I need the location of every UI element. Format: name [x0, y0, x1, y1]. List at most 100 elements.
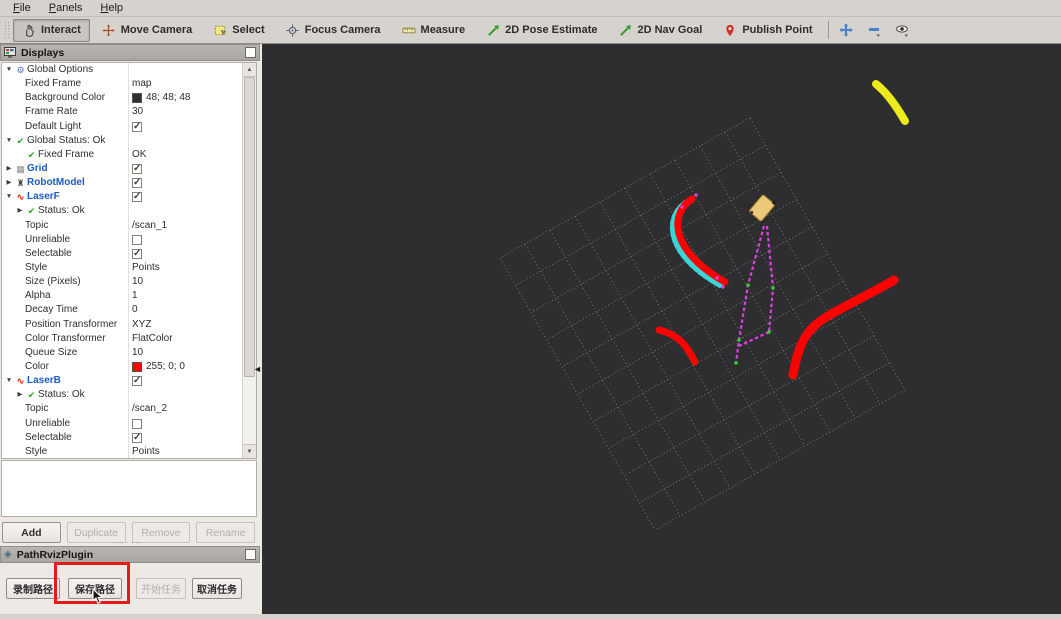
- tool-interact[interactable]: Interact: [13, 18, 90, 42]
- expander-down-icon[interactable]: ▼: [4, 374, 14, 388]
- property-value[interactable]: OK: [132, 148, 146, 162]
- scrollbar-thumb[interactable]: [244, 77, 255, 377]
- property-checkbox[interactable]: [132, 190, 142, 204]
- tool-measure[interactable]: Measure: [393, 19, 475, 42]
- menu-file[interactable]: File: [4, 1, 40, 15]
- expander-down-icon[interactable]: ▼: [4, 134, 14, 148]
- robot-icon: ♜: [16, 178, 25, 189]
- tree-row-fixed-frame[interactable]: Fixed Frame map: [2, 77, 242, 92]
- tree-row-laserb[interactable]: ▼ ∿ LaserB: [2, 374, 242, 389]
- property-label: Default Light: [25, 120, 82, 132]
- property-checkbox[interactable]: [132, 418, 142, 429]
- property-value[interactable]: 10: [132, 275, 143, 289]
- toolbar-tool-properties-icon[interactable]: [891, 20, 913, 40]
- remove-tool-icon: [867, 23, 881, 37]
- tree-row-laserf[interactable]: ▼ ∿ LaserF: [2, 190, 242, 205]
- tree-row-color[interactable]: Color 255; 0; 0: [2, 359, 242, 375]
- tree-row-queue-size[interactable]: Queue Size 10: [2, 345, 242, 360]
- scroll-up-icon[interactable]: ▲: [243, 63, 256, 77]
- color-swatch[interactable]: [132, 93, 142, 104]
- tree-row-global-status-ok[interactable]: ▼ ✔ Global Status: Ok: [2, 133, 242, 148]
- tool-publish-point[interactable]: Publish Point: [714, 19, 821, 42]
- tree-row-global-options[interactable]: ▼ ⚙ Global Options: [2, 63, 242, 78]
- plugin-button-开始任务: 开始任务: [136, 578, 186, 599]
- tree-row-selectable[interactable]: Selectable: [2, 430, 242, 445]
- dock-collapse-arrow-icon[interactable]: ◄: [253, 364, 262, 374]
- check-icon: ✔: [27, 206, 36, 217]
- tree-row-topic[interactable]: Topic/scan_1: [2, 218, 242, 233]
- property-label: Style: [25, 262, 48, 274]
- 3d-viewport[interactable]: [262, 44, 1061, 614]
- property-value[interactable]: 255; 0; 0: [146, 360, 185, 374]
- property-value[interactable]: 48; 48; 48: [146, 91, 190, 105]
- tree-row-background-color[interactable]: Background Color 48; 48; 48: [2, 91, 242, 106]
- tree-row-fixed-frame[interactable]: ✔ Fixed Frame OK: [2, 147, 242, 162]
- property-value[interactable]: /scan_2: [132, 402, 167, 416]
- toolbar-remove-tool-icon[interactable]: [863, 20, 885, 40]
- plugin-float-button[interactable]: [245, 549, 256, 560]
- property-value[interactable]: XYZ: [132, 318, 151, 332]
- panel-splitter-handle[interactable]: ·····: [0, 538, 256, 547]
- property-value[interactable]: 1: [132, 289, 138, 303]
- property-value[interactable]: /scan_1: [132, 219, 167, 233]
- expander-right-icon[interactable]: ▶: [4, 162, 14, 176]
- expander-down-icon[interactable]: ▼: [4, 63, 14, 77]
- tree-row-position-transformer[interactable]: Position Transformer XYZ: [2, 317, 242, 332]
- select-icon: [213, 23, 227, 37]
- tree-row-frame-rate[interactable]: Frame Rate 30: [2, 105, 242, 120]
- focus-camera-icon: [286, 23, 300, 37]
- tool-2d-pose-estimate[interactable]: 2D Pose Estimate: [477, 19, 606, 42]
- toolbar-add-tool-icon[interactable]: [835, 20, 857, 40]
- tree-row-grid[interactable]: ▶ ▦ Grid: [2, 161, 242, 177]
- property-checkbox[interactable]: [132, 120, 142, 134]
- tree-row-style[interactable]: Style Points: [2, 444, 242, 458]
- tree-row-topic[interactable]: Topic/scan_2: [2, 402, 242, 417]
- menu-panels[interactable]: Panels: [40, 1, 92, 15]
- expander-right-icon[interactable]: ▶: [15, 388, 25, 402]
- menu-help[interactable]: Help: [91, 1, 132, 15]
- plugin-button-录制路径[interactable]: 录制路径: [6, 578, 60, 599]
- property-label: Topic: [25, 403, 49, 415]
- property-checkbox[interactable]: [132, 176, 142, 190]
- property-value[interactable]: Points: [132, 261, 160, 275]
- tree-row-alpha[interactable]: Alpha 1: [2, 289, 242, 304]
- property-value[interactable]: 30: [132, 105, 143, 119]
- tool-2d-nav-goal[interactable]: 2D Nav Goal: [610, 19, 712, 42]
- tree-row-size-pixels[interactable]: Size (Pixels) 10: [2, 275, 242, 290]
- displays-scrollbar[interactable]: ▲ ▼: [242, 63, 256, 458]
- property-checkbox[interactable]: [132, 374, 142, 388]
- property-checkbox[interactable]: [132, 431, 142, 445]
- toolbar-grip[interactable]: [5, 21, 9, 39]
- tree-row-status-ok[interactable]: ▶ ✔ Status: Ok: [2, 204, 242, 219]
- scroll-down-icon[interactable]: ▼: [243, 444, 256, 458]
- tree-row-unreliable[interactable]: Unreliable: [2, 232, 242, 247]
- tree-row-selectable[interactable]: Selectable: [2, 246, 242, 261]
- add-tool-icon: [838, 23, 853, 37]
- tool-select[interactable]: Select: [204, 19, 273, 42]
- tree-row-unreliable[interactable]: Unreliable: [2, 416, 242, 431]
- tree-row-color-transformer[interactable]: Color Transformer FlatColor: [2, 331, 242, 346]
- tree-row-decay-time[interactable]: Decay Time 0: [2, 303, 242, 318]
- property-checkbox[interactable]: [132, 162, 142, 176]
- property-value[interactable]: Points: [132, 445, 160, 458]
- displays-float-button[interactable]: [245, 47, 256, 58]
- tree-row-status-ok[interactable]: ▶ ✔ Status: Ok: [2, 388, 242, 403]
- displays-panel-header: Displays: [0, 44, 260, 61]
- expander-right-icon[interactable]: ▶: [15, 204, 25, 218]
- tool-focus-camera[interactable]: Focus Camera: [277, 19, 390, 42]
- tool-move-camera[interactable]: Move Camera: [93, 19, 202, 42]
- tree-row-default-light[interactable]: Default Light: [2, 119, 242, 134]
- tree-row-style[interactable]: Style Points: [2, 260, 242, 276]
- property-checkbox[interactable]: [132, 234, 142, 245]
- plugin-button-取消任务[interactable]: 取消任务: [192, 578, 242, 599]
- property-value[interactable]: 10: [132, 346, 143, 360]
- property-value[interactable]: FlatColor: [132, 332, 173, 346]
- color-swatch[interactable]: [132, 362, 142, 373]
- expander-right-icon[interactable]: ▶: [4, 176, 14, 190]
- property-value[interactable]: 0: [132, 303, 138, 317]
- expander-down-icon[interactable]: ▼: [4, 190, 14, 204]
- tree-row-robotmodel[interactable]: ▶ ♜ RobotModel: [2, 176, 242, 191]
- measure-icon: [402, 23, 416, 37]
- property-value[interactable]: map: [132, 77, 151, 91]
- property-checkbox[interactable]: [132, 247, 142, 261]
